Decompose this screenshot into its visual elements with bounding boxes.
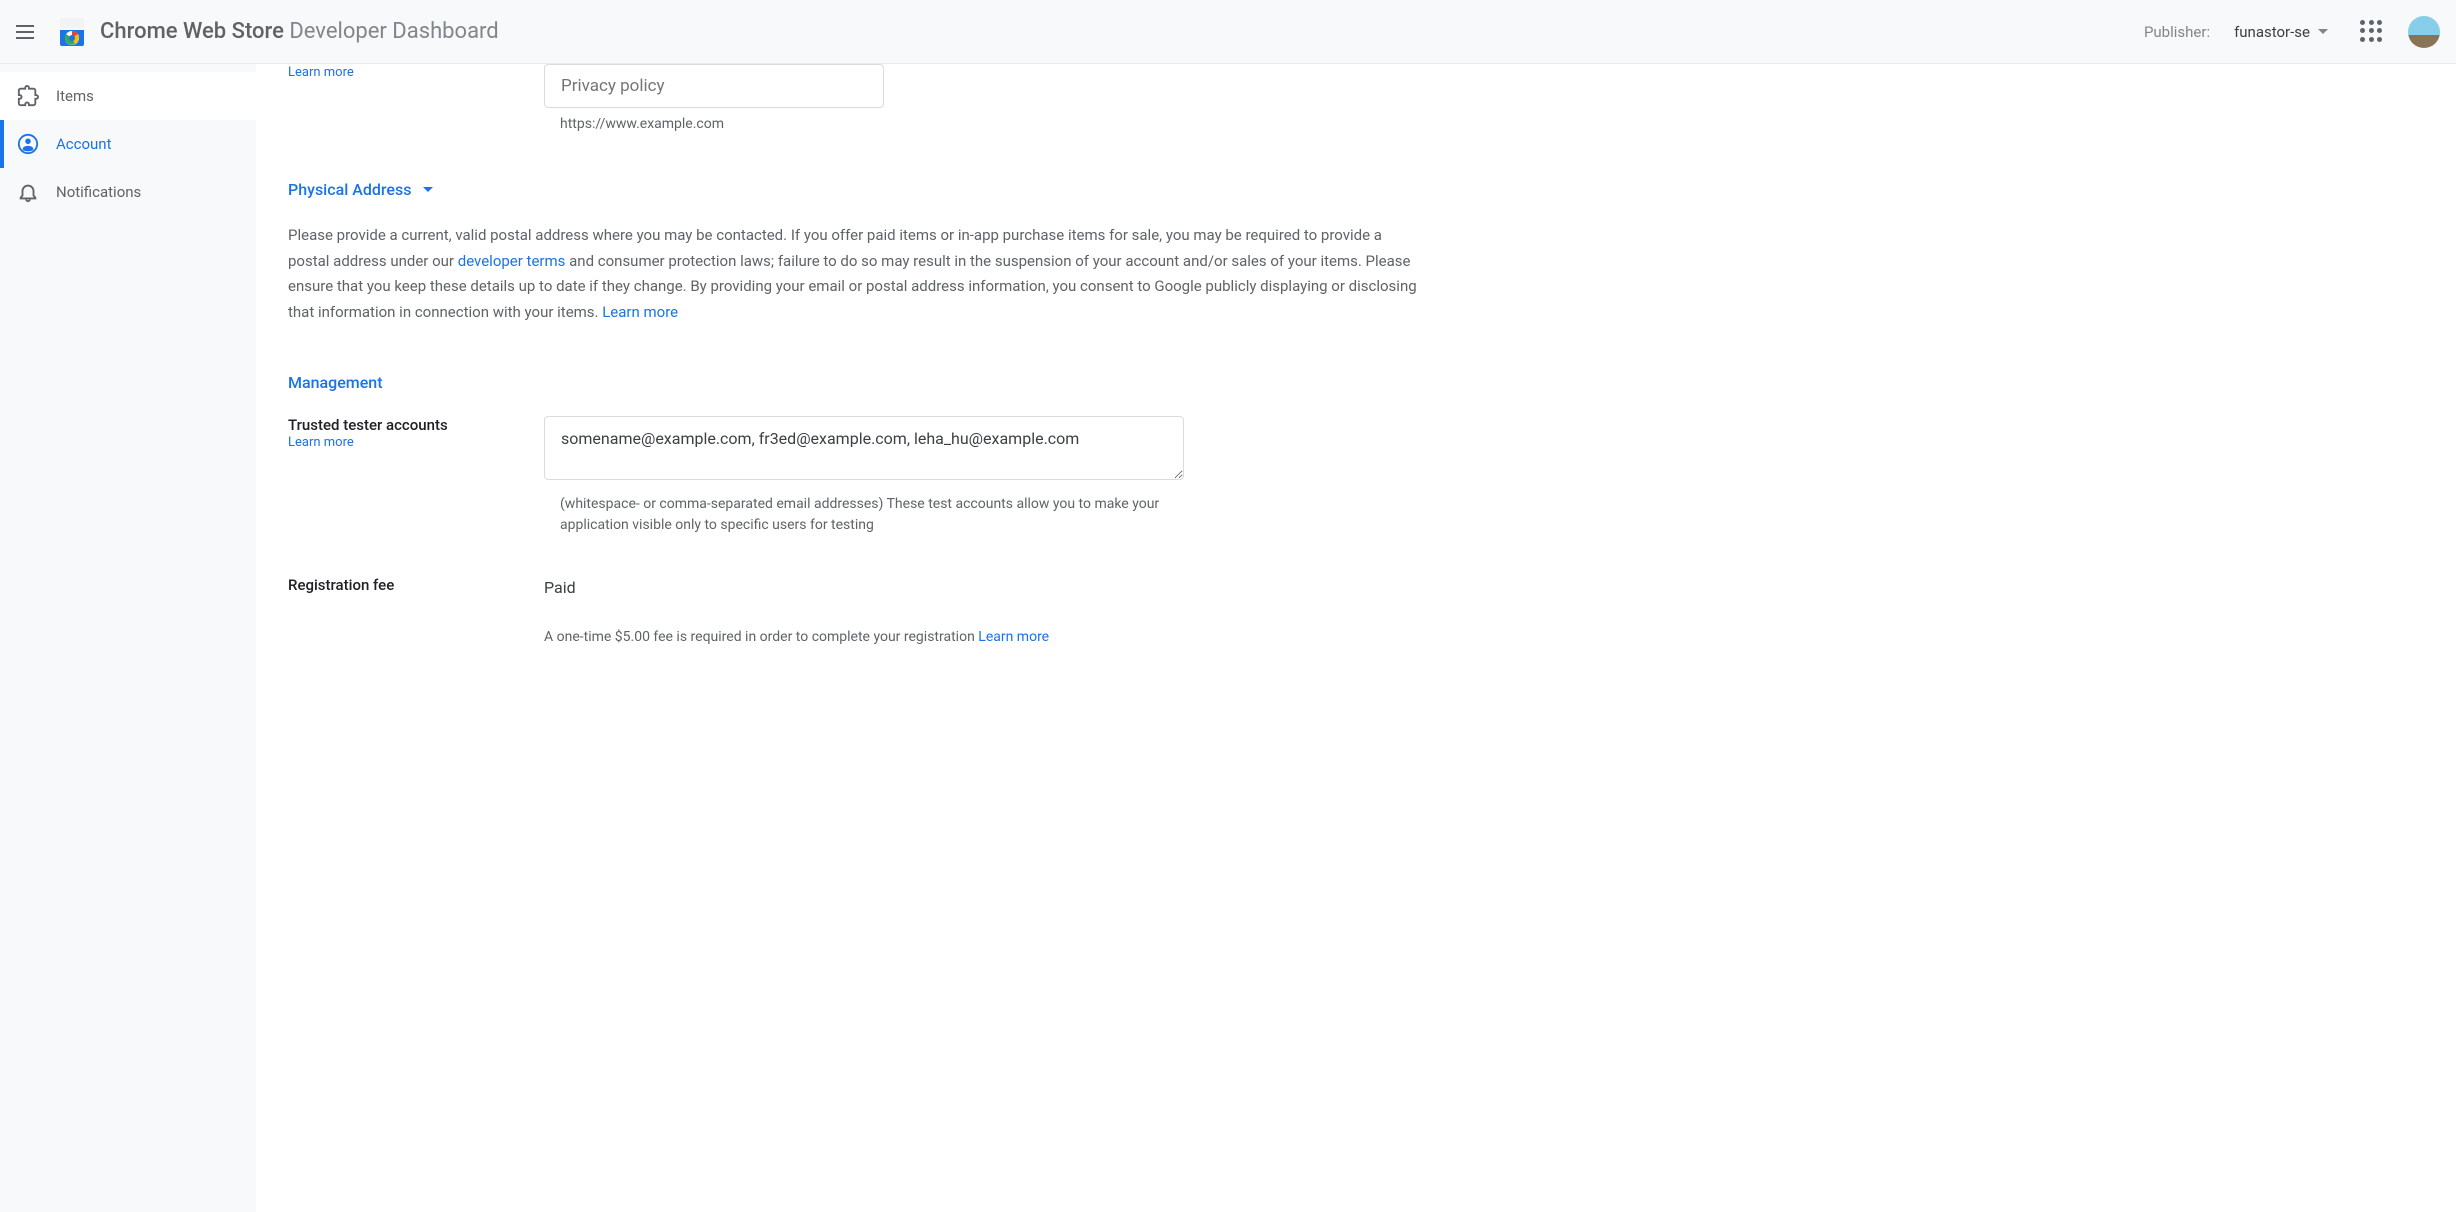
chevron-down-icon [2318, 29, 2328, 34]
physical-address-header[interactable]: Physical Address [288, 180, 1424, 199]
registration-fee-row: Registration fee Paid A one-time $5.00 f… [288, 576, 1424, 645]
registration-helper-text: A one-time $5.00 fee is required in orde… [544, 629, 978, 645]
trusted-testers-label: Trusted tester accounts [288, 416, 520, 434]
sidebar-item-label: Account [56, 135, 112, 153]
developer-terms-link[interactable]: developer terms [458, 252, 566, 270]
privacy-policy-row: Learn more https://www.example.com [288, 64, 1424, 132]
publisher-label: Publisher: [2144, 23, 2210, 41]
sidebar-item-label: Notifications [56, 183, 141, 201]
sidebar-item-items[interactable]: Items [0, 72, 256, 120]
publisher-dropdown[interactable]: funastor-se [2234, 23, 2328, 41]
trusted-testers-row: Trusted tester accounts Learn more (whit… [288, 416, 1424, 536]
title-bold: Chrome Web Store [100, 19, 284, 44]
sidebar-item-notifications[interactable]: Notifications [0, 168, 256, 216]
apps-grid-icon[interactable] [2360, 20, 2384, 44]
management-header: Management [288, 373, 1424, 392]
registration-fee-value: Paid [544, 576, 1424, 597]
header: Chrome Web Store Developer Dashboard Pub… [0, 0, 2456, 64]
extension-icon [16, 84, 40, 108]
bell-icon [16, 180, 40, 204]
menu-icon[interactable] [16, 20, 40, 44]
privacy-learn-more-link[interactable]: Learn more [288, 65, 354, 80]
chrome-web-store-logo [56, 16, 88, 48]
main-content: Learn more https://www.example.com Physi… [256, 64, 1456, 1212]
registration-learn-more-link[interactable]: Learn more [978, 629, 1049, 645]
privacy-helper: https://www.example.com [544, 116, 1424, 132]
header-title: Chrome Web Store Developer Dashboard [100, 19, 499, 44]
title-light: Developer Dashboard [284, 19, 499, 44]
chevron-down-icon [423, 187, 433, 192]
physical-address-title: Physical Address [288, 180, 411, 199]
sidebar-item-label: Items [56, 87, 94, 105]
address-learn-more-link[interactable]: Learn more [602, 303, 678, 321]
sidebar: Items Account Notifications [0, 64, 256, 1212]
trusted-testers-helper: (whitespace- or comma-separated email ad… [544, 494, 1184, 536]
account-icon [16, 132, 40, 156]
privacy-policy-input[interactable] [544, 64, 884, 108]
trusted-testers-input[interactable] [544, 416, 1184, 480]
publisher-value: funastor-se [2234, 23, 2310, 41]
trusted-testers-learn-more-link[interactable]: Learn more [288, 435, 354, 450]
avatar[interactable] [2408, 16, 2440, 48]
sidebar-item-account[interactable]: Account [0, 120, 256, 168]
management-title: Management [288, 373, 383, 392]
physical-address-text: Please provide a current, valid postal a… [288, 223, 1424, 325]
registration-fee-label: Registration fee [288, 576, 520, 594]
